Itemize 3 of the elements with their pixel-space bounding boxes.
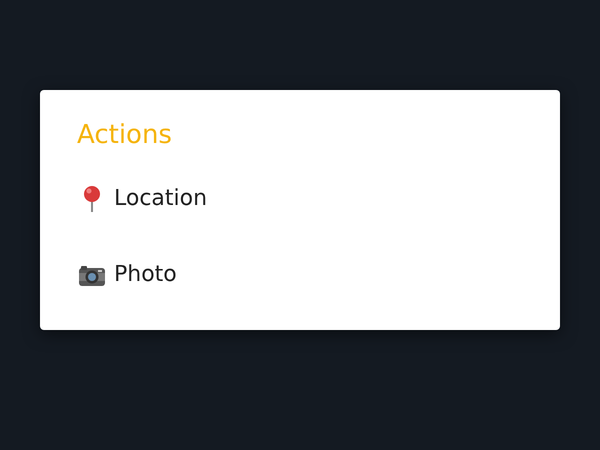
action-item[interactable]: Location bbox=[77, 184, 208, 214]
action-item[interactable]: Photo bbox=[77, 260, 177, 290]
dialog-title: Actions bbox=[77, 120, 172, 152]
